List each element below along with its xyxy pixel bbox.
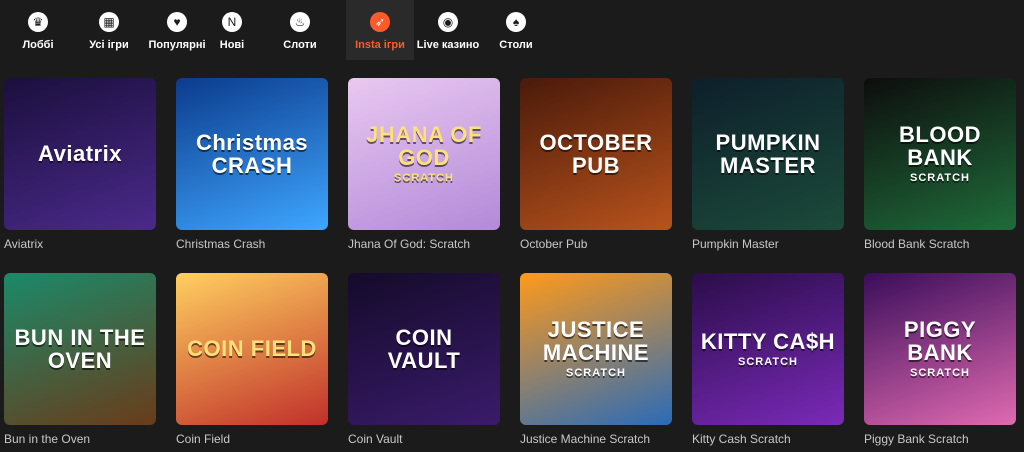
game-logo-art: BUN IN THE OVEN (4, 326, 156, 372)
game-thumbnail[interactable]: BLOOD BANK SCRATCH (864, 78, 1016, 230)
game-thumbnail[interactable]: COIN VAULT (348, 273, 500, 425)
game-card[interactable]: BUN IN THE OVEN Bun in the Oven (4, 273, 156, 446)
game-card[interactable]: JHANA OF GOD SCRATCH Jhana Of God: Scratch (348, 78, 500, 251)
flame-icon: ♨ (290, 12, 310, 32)
rocket-icon: ➶ (370, 12, 390, 32)
game-thumbnail[interactable]: JHANA OF GOD SCRATCH (348, 78, 500, 230)
game-card[interactable]: Christmas CRASH Christmas Crash (176, 78, 328, 251)
heart-icon: ♥ (167, 12, 187, 32)
game-thumbnail[interactable]: Aviatrix (4, 78, 156, 230)
game-thumbnail[interactable]: COIN FIELD (176, 273, 328, 425)
game-logo-art: BLOOD BANK SCRATCH (864, 123, 1016, 185)
game-title[interactable]: Pumpkin Master (692, 237, 844, 251)
game-thumbnail[interactable]: Christmas CRASH (176, 78, 328, 230)
game-logo-text: BLOOD BANK (899, 122, 981, 171)
nav-item-5[interactable]: ➶ Insta ігри (346, 0, 414, 60)
nav-item-4[interactable]: ♨ Слоти (270, 0, 330, 60)
crown-icon: ♛ (28, 12, 48, 32)
game-logo-text: KITTY CA$H (700, 328, 836, 354)
game-logo-art: PUMPKIN MASTER (692, 131, 844, 177)
game-card[interactable]: OCTOBER PUB October Pub (520, 78, 672, 251)
game-card[interactable]: JUSTICE MACHINE SCRATCH Justice Machine Sc… (520, 273, 672, 446)
game-title[interactable]: October Pub (520, 237, 672, 251)
game-card[interactable]: Aviatrix Aviatrix (4, 78, 156, 251)
game-logo-subtitle: SCRATCH (394, 172, 454, 185)
game-logo-art: JHANA OF GOD SCRATCH (348, 123, 500, 185)
game-logo-text: PIGGY BANK (903, 317, 977, 366)
game-logo-art: PIGGY BANK SCRATCH (864, 318, 1016, 380)
grid-icon: ▦ (99, 12, 119, 32)
game-logo-art: COIN VAULT (348, 326, 500, 372)
game-logo-text: COIN VAULT (387, 324, 461, 373)
nav-item-7[interactable]: ♠ Столи (495, 0, 537, 60)
game-title[interactable]: Kitty Cash Scratch (692, 432, 844, 446)
nav-item-label: Усі ігри (89, 39, 129, 51)
game-card[interactable]: KITTY CA$H SCRATCH Kitty Cash Scratch (692, 273, 844, 446)
category-nav: ♛ Лоббі ▦ Усі ігри ♥ Популярні N Нові ♨ Слоти ➶ Ins… (0, 0, 1024, 62)
nav-item-label: Популярні (148, 39, 206, 51)
game-logo-text: JHANA OF GOD (366, 122, 482, 171)
game-thumbnail[interactable]: KITTY CA$H SCRATCH (692, 273, 844, 425)
game-logo-art: JUSTICE MACHINE SCRATCH (520, 318, 672, 380)
game-card[interactable]: PUMPKIN MASTER Pumpkin Master (692, 78, 844, 251)
game-logo-text: OCTOBER PUB (539, 129, 653, 178)
nav-item-label: Нові (219, 39, 245, 51)
game-logo-text: COIN FIELD (187, 336, 317, 362)
spade-icon: ♠ (506, 12, 526, 32)
game-thumbnail[interactable]: OCTOBER PUB (520, 78, 672, 230)
nav-item-3[interactable]: N Нові (212, 0, 252, 60)
game-title[interactable]: Coin Field (176, 432, 328, 446)
nav-item-label: Insta ігри (355, 39, 405, 51)
nav-item-label: Live казино (416, 39, 480, 51)
game-title[interactable]: Christmas Crash (176, 237, 328, 251)
game-logo-art: Christmas CRASH (176, 131, 328, 177)
game-logo-text: BUN IN THE OVEN (14, 324, 146, 373)
nav-item-2[interactable]: ♥ Популярні (146, 0, 208, 60)
game-logo-subtitle: SCRATCH (910, 172, 970, 185)
nav-item-label: Лоббі (22, 39, 54, 51)
game-logo-text: JUSTICE MACHINE (542, 317, 650, 366)
nav-item-6[interactable]: ◉ Live казино (416, 0, 480, 60)
game-logo-text: Aviatrix (38, 141, 122, 167)
new-icon: N (222, 12, 242, 32)
game-logo-art: Aviatrix (30, 142, 130, 165)
game-title[interactable]: Aviatrix (4, 237, 156, 251)
nav-item-label: Столи (499, 39, 533, 51)
game-title[interactable]: Blood Bank Scratch (864, 237, 1016, 251)
game-logo-subtitle: SCRATCH (566, 367, 626, 380)
game-thumbnail[interactable]: PUMPKIN MASTER (692, 78, 844, 230)
nav-item-1[interactable]: ▦ Усі ігри (76, 0, 142, 60)
game-logo-text: Christmas CRASH (195, 129, 309, 178)
game-title[interactable]: Coin Vault (348, 432, 500, 446)
nav-item-0[interactable]: ♛ Лоббі (5, 0, 71, 60)
game-title[interactable]: Jhana Of God: Scratch (348, 237, 500, 251)
game-card[interactable]: BLOOD BANK SCRATCH Blood Bank Scratch (864, 78, 1016, 251)
game-title[interactable]: Bun in the Oven (4, 432, 156, 446)
game-logo-art: KITTY CA$H SCRATCH (693, 330, 843, 369)
game-thumbnail[interactable]: JUSTICE MACHINE SCRATCH (520, 273, 672, 425)
game-card[interactable]: COIN FIELD Coin Field (176, 273, 328, 446)
game-logo-text: PUMPKIN MASTER (715, 129, 821, 178)
game-logo-subtitle: SCRATCH (910, 367, 970, 380)
live-icon: ◉ (438, 12, 458, 32)
game-logo-art: COIN FIELD (179, 337, 325, 360)
nav-item-label: Слоти (283, 39, 317, 51)
game-thumbnail[interactable]: BUN IN THE OVEN (4, 273, 156, 425)
game-card[interactable]: PIGGY BANK SCRATCH Piggy Bank Scratch (864, 273, 1016, 446)
game-thumbnail[interactable]: PIGGY BANK SCRATCH (864, 273, 1016, 425)
game-logo-art: OCTOBER PUB (520, 131, 672, 177)
game-title[interactable]: Piggy Bank Scratch (864, 432, 1016, 446)
game-logo-subtitle: SCRATCH (738, 355, 798, 368)
game-card[interactable]: COIN VAULT Coin Vault (348, 273, 500, 446)
game-title[interactable]: Justice Machine Scratch (520, 432, 672, 446)
